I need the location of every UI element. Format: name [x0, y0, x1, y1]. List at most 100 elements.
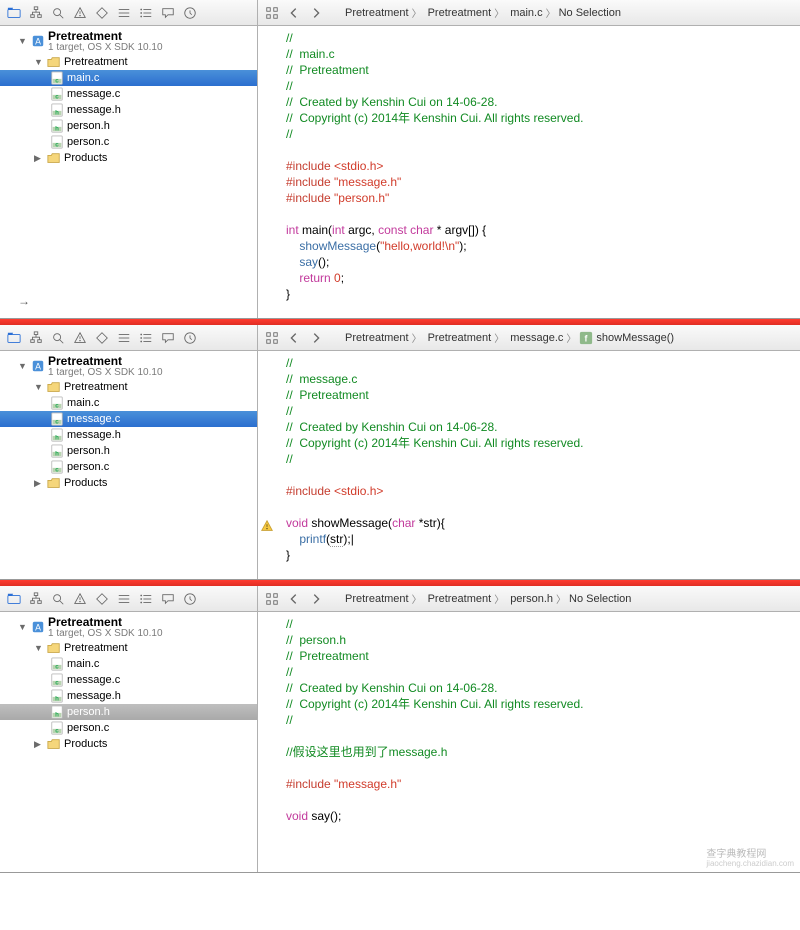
file-row[interactable]: cmain.c — [0, 70, 257, 86]
breadcrumb-item[interactable]: APretreatment — [342, 332, 409, 344]
diamond-icon[interactable] — [94, 591, 110, 607]
speech-icon[interactable] — [160, 330, 176, 346]
back-icon[interactable] — [286, 591, 302, 607]
forward-icon[interactable] — [308, 591, 324, 607]
breadcrumb-item[interactable]: cmain.c — [507, 7, 542, 19]
breadcrumb-item[interactable]: Pretreatment — [425, 593, 492, 605]
breadcrumb-item[interactable]: APretreatment — [342, 7, 409, 19]
disclosure-triangle[interactable]: ▼ — [34, 382, 44, 392]
file-row[interactable]: cperson.c — [0, 720, 257, 736]
stack-icon[interactable] — [116, 330, 132, 346]
file-row[interactable]: hperson.h — [0, 704, 257, 720]
breadcrumb-item[interactable]: APretreatment — [342, 593, 409, 605]
file-icon: h — [50, 428, 64, 442]
project-root[interactable]: ▼APretreatment1 target, OS X SDK 10.10 — [0, 614, 257, 640]
svg-text:c: c — [55, 141, 59, 148]
search-icon[interactable] — [50, 330, 66, 346]
warning-icon[interactable] — [72, 330, 88, 346]
group-row[interactable]: ▼Pretreatment — [0, 640, 257, 656]
project-navigator: ▼APretreatment1 target, OS X SDK 10.10▼P… — [0, 26, 258, 318]
breadcrumb-item[interactable]: No Selection — [559, 7, 621, 19]
code-line: // Created by Kenshin Cui on 14-06-28. — [286, 680, 800, 696]
code-line: // — [286, 30, 800, 46]
file-row[interactable]: hperson.h — [0, 118, 257, 134]
breadcrumb-item[interactable]: Pretreatment — [425, 332, 492, 344]
file-row[interactable]: cmain.c — [0, 656, 257, 672]
list-icon[interactable] — [138, 330, 154, 346]
folder-nav-icon[interactable] — [6, 5, 22, 21]
breadcrumb-label: Pretreatment — [345, 332, 409, 344]
speech-icon[interactable] — [160, 591, 176, 607]
file-row[interactable]: hmessage.h — [0, 688, 257, 704]
folder-icon — [47, 476, 61, 490]
navigator-toolbar — [0, 586, 258, 611]
file-row[interactable]: hperson.h — [0, 443, 257, 459]
breadcrumb-item[interactable]: cmessage.c — [507, 332, 563, 344]
clock-icon[interactable] — [182, 330, 198, 346]
hierarchy-icon[interactable] — [28, 591, 44, 607]
stack-icon[interactable] — [116, 591, 132, 607]
warning-gutter-icon[interactable] — [260, 519, 274, 538]
back-icon[interactable] — [286, 5, 302, 21]
toolbar: APretreatment〉Pretreatment〉cmessage.c〉fs… — [0, 325, 800, 351]
file-row[interactable]: cperson.c — [0, 459, 257, 475]
code-editor[interactable]: //// main.c// Pretreatment//// Created b… — [258, 26, 800, 318]
disclosure-triangle[interactable]: ▶ — [34, 739, 44, 750]
file-row[interactable]: hmessage.h — [0, 427, 257, 443]
svg-text:h: h — [55, 450, 59, 457]
clock-icon[interactable] — [182, 591, 198, 607]
disclosure-triangle[interactable]: ▶ — [34, 153, 44, 164]
breadcrumb-item[interactable]: fshowMessage() — [579, 331, 674, 345]
list-icon[interactable] — [138, 5, 154, 21]
disclosure-triangle[interactable]: ▼ — [18, 622, 28, 632]
speech-icon[interactable] — [160, 5, 176, 21]
code-line: // — [286, 126, 800, 142]
group-row[interactable]: ▶Products — [0, 475, 257, 491]
disclosure-triangle[interactable]: ▼ — [18, 361, 28, 371]
grid-icon[interactable] — [264, 5, 280, 21]
stack-icon[interactable] — [116, 5, 132, 21]
disclosure-triangle[interactable]: ▼ — [18, 36, 28, 46]
diamond-icon[interactable] — [94, 5, 110, 21]
editor-toolbar: APretreatment〉Pretreatment〉cmessage.c〉fs… — [258, 325, 800, 350]
back-icon[interactable] — [286, 330, 302, 346]
file-row[interactable]: cmessage.c — [0, 86, 257, 102]
code-editor[interactable]: //// message.c// Pretreatment//// Create… — [258, 351, 800, 579]
project-root[interactable]: ▼APretreatment1 target, OS X SDK 10.10 — [0, 28, 257, 54]
file-row[interactable]: cmain.c — [0, 395, 257, 411]
file-row[interactable]: cmessage.c — [0, 672, 257, 688]
grid-icon[interactable] — [264, 591, 280, 607]
group-row[interactable]: ▼Pretreatment — [0, 54, 257, 70]
breadcrumb-item[interactable]: cperson.h — [507, 593, 553, 605]
forward-icon[interactable] — [308, 330, 324, 346]
search-icon[interactable] — [50, 591, 66, 607]
group-row[interactable]: ▼Pretreatment — [0, 379, 257, 395]
project-navigator: ▼APretreatment1 target, OS X SDK 10.10▼P… — [0, 612, 258, 872]
hierarchy-icon[interactable] — [28, 330, 44, 346]
folder-nav-icon[interactable] — [6, 591, 22, 607]
file-row[interactable]: cperson.c — [0, 134, 257, 150]
warning-icon[interactable] — [72, 591, 88, 607]
breadcrumb-item[interactable]: Pretreatment — [425, 7, 492, 19]
ide-panel: APretreatment〉Pretreatment〉cmessage.c〉fs… — [0, 319, 800, 580]
warning-icon[interactable] — [72, 5, 88, 21]
group-row[interactable]: ▶Products — [0, 150, 257, 166]
disclosure-triangle[interactable]: ▼ — [34, 643, 44, 653]
file-row[interactable]: cmessage.c — [0, 411, 257, 427]
list-icon[interactable] — [138, 591, 154, 607]
search-icon[interactable] — [50, 5, 66, 21]
disclosure-triangle[interactable]: ▼ — [34, 57, 44, 67]
grid-icon[interactable] — [264, 330, 280, 346]
project-root[interactable]: ▼APretreatment1 target, OS X SDK 10.10 — [0, 353, 257, 379]
hierarchy-icon[interactable] — [28, 5, 44, 21]
diamond-icon[interactable] — [94, 330, 110, 346]
breadcrumb-item[interactable]: No Selection — [569, 593, 631, 605]
file-row[interactable]: hmessage.h — [0, 102, 257, 118]
folder-nav-icon[interactable] — [6, 330, 22, 346]
code-editor[interactable]: //// person.h// Pretreatment//// Created… — [258, 612, 800, 872]
forward-icon[interactable] — [308, 5, 324, 21]
group-row[interactable]: ▶Products — [0, 736, 257, 752]
code-line: // person.h — [286, 632, 800, 648]
clock-icon[interactable] — [182, 5, 198, 21]
disclosure-triangle[interactable]: ▶ — [34, 478, 44, 489]
